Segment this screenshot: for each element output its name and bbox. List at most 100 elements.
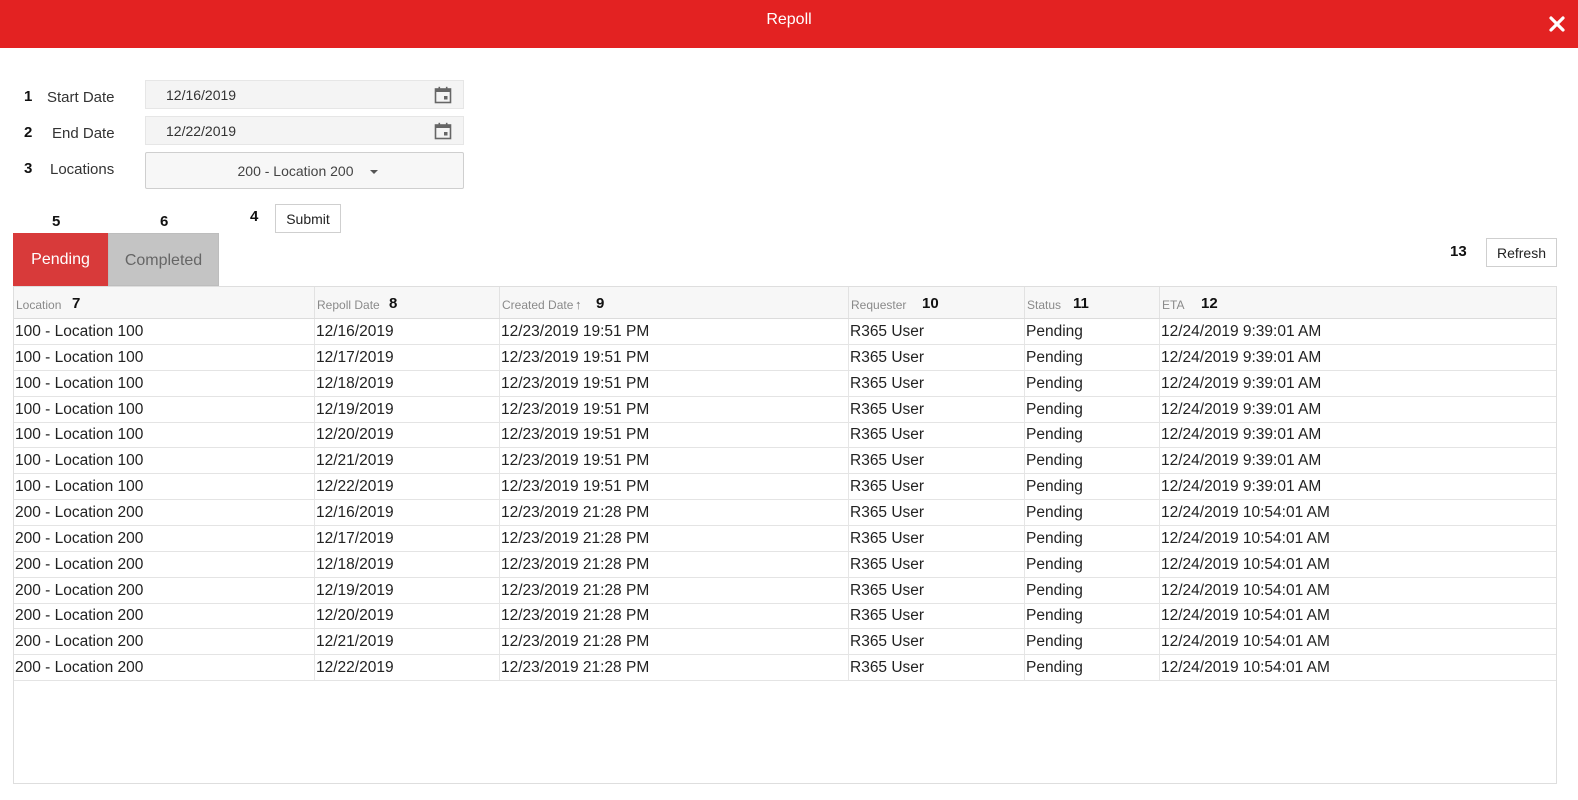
cell-location-value: 100 - Location 100	[15, 323, 144, 340]
table-row[interactable]: 200 - Location 200 12/21/2019 12/23/2019 2…	[14, 629, 1556, 656]
cell-status-value: Pending	[1026, 633, 1083, 651]
cell-created-date: 12/23/2019 19:51 PM	[499, 474, 848, 500]
cell-repoll-date: 12/18/2019	[314, 551, 499, 577]
cell-location-value: 200 - Location 200	[15, 503, 144, 521]
cell-requester: R365 User	[848, 499, 1024, 525]
submit-button[interactable]: Submit	[275, 204, 341, 233]
table-row[interactable]: 200 - Location 200 12/20/2019 12/23/2019 2…	[14, 603, 1556, 630]
cell-eta-value: 12/24/2019 10:54:01 AM	[1161, 555, 1330, 573]
table-row[interactable]: 200 - Location 200 12/17/2019 12/23/2019 2…	[14, 525, 1556, 552]
cell-created-date-value: 12/23/2019 19:51 PM	[501, 452, 650, 470]
cell-eta-value: 12/24/2019 9:39:01 AM	[1161, 323, 1322, 340]
cell-location: 100 - Location 100	[14, 371, 314, 396]
cell-repoll-date: 12/19/2019	[314, 396, 499, 422]
marker-end-date: 2	[24, 124, 33, 141]
cell-eta: 12/24/2019 9:39:01 AM	[1159, 448, 1556, 474]
start-date-field[interactable]: 12/16/2019	[145, 80, 464, 109]
calendar-icon[interactable]	[434, 122, 452, 140]
column-header-repoll-date[interactable]: Repoll Date 8	[314, 287, 499, 318]
cell-location-value: 200 - Location 200	[15, 633, 144, 651]
marker-tab-completed: 6	[160, 213, 169, 230]
table-row[interactable]: 100 - Location 100 12/21/2019 12/23/2019 1…	[14, 448, 1556, 475]
cell-created-date: 12/23/2019 19:51 PM	[499, 422, 848, 448]
locations-dropdown[interactable]: 200 - Location 200	[145, 152, 464, 189]
column-header-location[interactable]: Location 7	[14, 287, 314, 318]
column-header-label: Status	[1027, 298, 1062, 312]
cell-requester-value: R365 User	[850, 633, 925, 651]
table-row[interactable]: 200 - Location 200 12/19/2019 12/23/2019 2…	[14, 577, 1556, 604]
marker-start-date: 1	[24, 88, 33, 105]
marker-column-created-date: 9	[596, 295, 605, 312]
cell-requester: R365 User	[848, 655, 1024, 681]
dialog-titlebar: Repoll	[0, 0, 1578, 48]
cell-created-date-value: 12/23/2019 19:51 PM	[501, 478, 650, 496]
cell-created-date: 12/23/2019 19:51 PM	[499, 319, 848, 344]
cell-status: Pending	[1024, 551, 1159, 577]
cell-requester: R365 User	[848, 551, 1024, 577]
cell-repoll-date-value: 12/17/2019	[316, 529, 394, 547]
cell-requester: R365 User	[848, 525, 1024, 551]
cell-status-value: Pending	[1026, 607, 1083, 625]
dialog-title: Repoll	[766, 11, 812, 28]
marker-locations: 3	[24, 160, 33, 177]
cell-requester-value: R365 User	[850, 426, 925, 444]
calendar-icon[interactable]	[434, 86, 452, 104]
cell-location-value: 100 - Location 100	[15, 478, 144, 496]
table-row[interactable]: 100 - Location 100 12/19/2019 12/23/2019 1…	[14, 396, 1556, 423]
cell-created-date-value: 12/23/2019 19:51 PM	[501, 400, 650, 418]
tab-completed[interactable]: Completed	[108, 233, 219, 286]
cell-eta: 12/24/2019 10:54:01 AM	[1159, 551, 1556, 577]
start-date-value: 12/16/2019	[166, 87, 237, 103]
cell-status: Pending	[1024, 655, 1159, 681]
table-row[interactable]: 100 - Location 100 12/17/2019 12/23/2019 1…	[14, 344, 1556, 371]
cell-created-date-value: 12/23/2019 19:51 PM	[501, 426, 650, 444]
cell-status-value: Pending	[1026, 400, 1083, 418]
cell-location: 100 - Location 100	[14, 474, 314, 499]
cell-eta-value: 12/24/2019 10:54:01 AM	[1161, 529, 1330, 547]
cell-requester-value: R365 User	[850, 478, 925, 496]
table-row[interactable]: 100 - Location 100 12/18/2019 12/23/2019 1…	[14, 370, 1556, 397]
cell-status-value: Pending	[1026, 426, 1083, 444]
column-header-eta[interactable]: ETA 12	[1159, 287, 1556, 318]
column-header-label: Requester	[851, 298, 907, 312]
table-row[interactable]: 100 - Location 100 12/20/2019 12/23/2019 1…	[14, 422, 1556, 449]
close-icon[interactable]	[1542, 9, 1572, 39]
cell-created-date-value: 12/23/2019 21:28 PM	[501, 581, 650, 599]
sort-ascending-icon: ↑	[575, 297, 582, 312]
column-header-status[interactable]: Status 11	[1024, 287, 1159, 318]
cell-repoll-date: 12/20/2019	[314, 603, 499, 629]
cell-status-value: Pending	[1026, 555, 1083, 573]
cell-status-value: Pending	[1026, 503, 1083, 521]
cell-status: Pending	[1024, 448, 1159, 474]
cell-created-date-value: 12/23/2019 21:28 PM	[501, 659, 650, 677]
cell-status: Pending	[1024, 603, 1159, 629]
column-header-label: ETA	[1162, 298, 1185, 312]
column-header-requester[interactable]: Requester 10	[848, 287, 1024, 318]
table-row[interactable]: 200 - Location 200 12/16/2019 12/23/2019 2…	[14, 499, 1556, 526]
cell-requester-value: R365 User	[850, 348, 925, 366]
cell-location: 100 - Location 100	[14, 422, 314, 447]
cell-status-value: Pending	[1026, 348, 1083, 366]
table-row[interactable]: 100 - Location 100 12/22/2019 12/23/2019 1…	[14, 474, 1556, 501]
column-header-label: Created Date	[502, 298, 574, 312]
column-header-created-date[interactable]: Created Date ↑ 9	[499, 287, 848, 318]
cell-requester: R365 User	[848, 422, 1024, 448]
marker-column-location: 7	[72, 295, 81, 312]
cell-eta-value: 12/24/2019 9:39:01 AM	[1161, 374, 1322, 392]
cell-repoll-date-value: 12/21/2019	[316, 452, 394, 470]
cell-requester-value: R365 User	[850, 581, 925, 599]
cell-eta: 12/24/2019 10:54:01 AM	[1159, 577, 1556, 603]
table-row[interactable]: 200 - Location 200 12/22/2019 12/23/2019 2…	[14, 655, 1556, 682]
marker-tab-pending: 5	[52, 213, 61, 230]
cell-repoll-date: 12/16/2019	[314, 319, 499, 344]
cell-eta-value: 12/24/2019 9:39:01 AM	[1161, 400, 1322, 418]
end-date-field[interactable]: 12/22/2019	[145, 116, 464, 145]
cell-eta: 12/24/2019 10:54:01 AM	[1159, 655, 1556, 681]
cell-eta-value: 12/24/2019 10:54:01 AM	[1161, 503, 1330, 521]
cell-status: Pending	[1024, 525, 1159, 551]
tab-pending[interactable]: Pending	[13, 233, 108, 286]
refresh-button[interactable]: Refresh	[1486, 238, 1557, 267]
end-date-value: 12/22/2019	[166, 123, 237, 139]
table-row[interactable]: 100 - Location 100 12/16/2019 12/23/2019 1…	[14, 319, 1556, 345]
table-row[interactable]: 200 - Location 200 12/18/2019 12/23/2019 2…	[14, 551, 1556, 578]
